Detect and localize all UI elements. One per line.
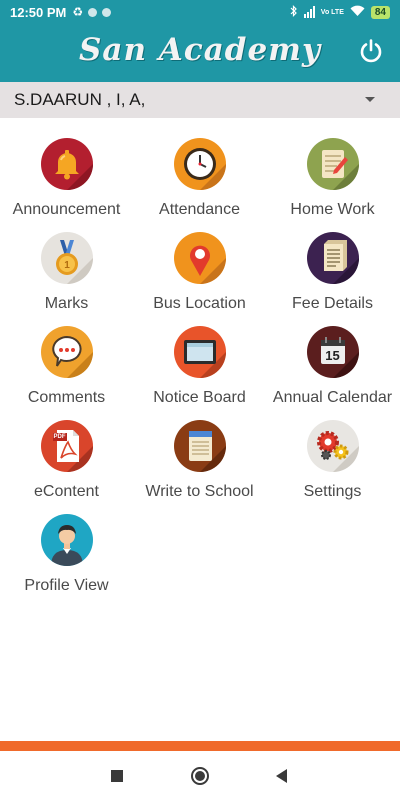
menu-item-label: Announcement (12, 201, 121, 218)
menu-item-label: Comments (27, 389, 106, 406)
pdf-icon: PDF (40, 420, 93, 472)
network-type: Vo LTE (320, 8, 344, 16)
sync-icon: ♻ (72, 5, 84, 19)
menu-item-annual-calendar[interactable]: 15 Annual Calendar (266, 326, 399, 418)
notepad-pencil-icon (306, 138, 359, 190)
menu-item-profile-view[interactable]: Profile View (0, 514, 133, 606)
menu-item-label: Annual Calendar (272, 389, 393, 406)
notification-dot-icon (102, 7, 112, 17)
status-bar: 12:50 PM ♻ Vo LTE 84 (0, 0, 400, 24)
menu-item-bus-location[interactable]: Bus Location (133, 232, 266, 324)
menu-item-notice-board[interactable]: Notice Board (133, 326, 266, 418)
wifi-icon (350, 5, 365, 20)
battery-icon: 84 (370, 5, 390, 19)
bluetooth-icon (290, 4, 298, 20)
menu-item-label: Notice Board (153, 389, 246, 406)
menu-item-label: Home Work (290, 201, 375, 218)
menu-item-label: Settings (303, 483, 362, 500)
accent-divider (0, 741, 400, 751)
menu-item-label: Write to School (145, 483, 254, 500)
menu-item-settings[interactable]: Settings (266, 420, 399, 512)
menu-item-announcement[interactable]: Announcement (0, 138, 133, 230)
back-button[interactable] (276, 769, 287, 783)
clock-icon (173, 138, 226, 190)
speech-bubble-icon (40, 326, 93, 378)
power-button[interactable] (358, 38, 384, 64)
menu-item-label: Marks (44, 295, 89, 312)
student-selector[interactable]: S.DAARUN , I, A, (0, 82, 400, 118)
gears-icon (306, 420, 359, 472)
menu-item-label: Bus Location (153, 295, 246, 312)
app-bar: San Academy (0, 24, 400, 82)
calendar-icon: 15 (306, 326, 359, 378)
power-icon (360, 39, 382, 63)
status-time: 12:50 PM (10, 4, 67, 20)
menu-item-label: Profile View (24, 577, 109, 594)
system-nav-bar (0, 751, 400, 800)
cell-signal-icon (303, 6, 315, 18)
board-icon (173, 326, 226, 378)
menu-item-write-to-school[interactable]: Write to School (133, 420, 266, 512)
menu-item-label: Attendance (159, 201, 240, 218)
map-pin-icon (173, 232, 226, 284)
dropdown-arrow-icon (365, 97, 375, 102)
menu-item-fee-details[interactable]: Fee Details (266, 232, 399, 324)
calendar-day: 15 (325, 348, 340, 363)
notification-dot-icon (88, 7, 98, 17)
menu-item-label: eContent (34, 483, 99, 500)
menu-item-home-work[interactable]: Home Work (266, 138, 399, 230)
student-selector-value: S.DAARUN , I, A, (14, 90, 146, 109)
document-icon (306, 232, 359, 284)
svg-text:1: 1 (64, 260, 70, 271)
recents-button[interactable] (111, 770, 123, 782)
app-title: San Academy (78, 32, 322, 68)
menu-item-econtent[interactable]: PDF eContent (0, 420, 133, 512)
menu-item-comments[interactable]: Comments (0, 326, 133, 418)
menu-item-label: Fee Details (292, 295, 373, 312)
bell-icon (40, 138, 93, 190)
medal-icon: 1 (40, 232, 93, 284)
menu-item-marks[interactable]: 1 Marks (0, 232, 133, 324)
pdf-badge: PDF (53, 434, 66, 440)
user-avatar-icon (40, 514, 93, 566)
notebook-icon (173, 420, 226, 472)
home-button[interactable] (191, 767, 209, 785)
menu-item-attendance[interactable]: Attendance (133, 138, 266, 230)
